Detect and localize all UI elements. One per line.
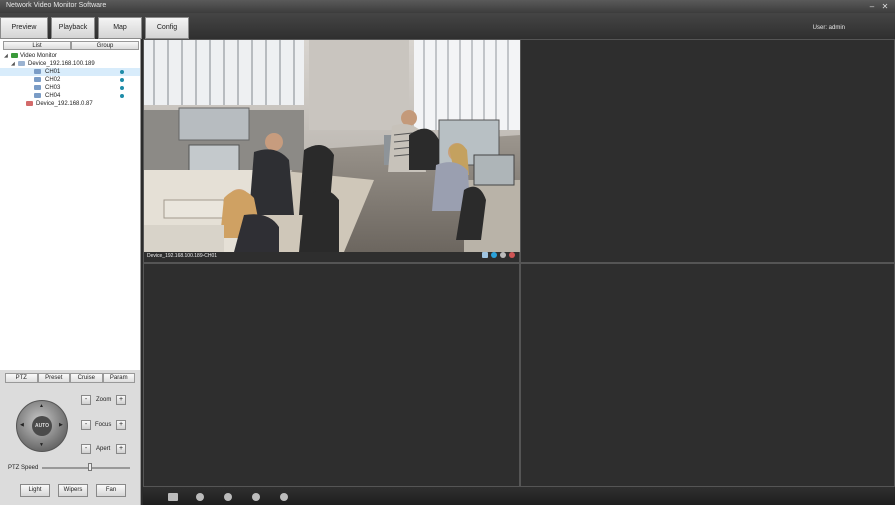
apert-plus-button[interactable]: + [116, 444, 126, 454]
down-arrow-icon[interactable]: ▼ [39, 443, 44, 448]
tree-channel[interactable]: CH02 [0, 76, 140, 84]
record-icon[interactable] [196, 493, 204, 501]
camera-icon [34, 69, 41, 74]
audio-icon[interactable] [500, 252, 506, 258]
bottom-toolbar [143, 487, 895, 505]
fan-button[interactable]: Fan [96, 484, 126, 497]
device-icon [26, 101, 33, 106]
tab-preset[interactable]: Preset [37, 373, 70, 383]
back-icon[interactable] [224, 493, 232, 501]
list-group-tabs: List Group [3, 41, 139, 50]
zoom-label: Zoom [96, 397, 112, 403]
video-grid: Device_192.168.100.189-CH01 [143, 39, 895, 487]
channel-label: CH01 [45, 69, 61, 75]
tab-ptz[interactable]: PTZ [5, 373, 38, 383]
auto-button[interactable]: AUTO [32, 416, 52, 436]
status-dot [120, 94, 124, 98]
status-dot [120, 70, 124, 74]
ptz-tabs: PTZ Preset Cruise Param [5, 373, 135, 383]
ptz-speed-label: PTZ Speed [8, 465, 39, 471]
up-arrow-icon[interactable]: ▲ [39, 404, 44, 409]
title-bar: Network Video Monitor Software – ✕ [0, 0, 895, 13]
video-cell-2[interactable] [520, 39, 895, 263]
video-cell-4[interactable] [520, 263, 895, 487]
layout-icon[interactable] [168, 493, 178, 501]
device-label: Device_192.168.0.87 [36, 101, 93, 107]
right-arrow-icon[interactable]: ▶ [59, 423, 63, 428]
ptz-speed-slider[interactable] [42, 467, 130, 469]
focus-minus-button[interactable]: - [81, 420, 91, 430]
focus-label: Focus [95, 422, 112, 428]
apert-label: Apert [96, 446, 111, 452]
monitor-icon [11, 53, 18, 58]
channel-label: CH04 [45, 93, 61, 99]
user-label: User: admin [812, 25, 845, 31]
camera-icon [34, 85, 41, 90]
device-icon [18, 61, 25, 66]
expand-icon[interactable]: ◢ [11, 60, 16, 68]
status-dot [120, 86, 124, 90]
tab-preview[interactable]: Preview [0, 17, 48, 39]
office-scene-image [144, 40, 520, 252]
tree-channel[interactable]: CH04 [0, 92, 140, 100]
close-icon[interactable]: ✕ [880, 2, 890, 11]
ptz-speed-knob[interactable] [88, 463, 92, 471]
tab-list[interactable]: List [3, 41, 71, 50]
channel-label: CH03 [45, 85, 61, 91]
video-channel-label: Device_192.168.100.189-CH01 [147, 253, 218, 259]
tab-group[interactable]: Group [71, 41, 139, 50]
tab-playback[interactable]: Playback [51, 17, 95, 39]
camera-feed-image [144, 40, 520, 252]
focus-plus-button[interactable]: + [116, 420, 126, 430]
close-icon[interactable] [509, 252, 515, 258]
device-tree: ◢ Video Monitor ◢ Device_192.168.100.189… [0, 52, 140, 108]
tree-root-label: Video Monitor [20, 53, 57, 59]
video-cell-3[interactable] [143, 263, 520, 487]
tree-device-2[interactable]: Device_192.168.0.87 [0, 100, 140, 108]
ptz-panel: PTZ Preset Cruise Param ▲ ▼ ◀ ▶ AUTO - Z… [0, 370, 140, 505]
ptz-joystick[interactable]: ▲ ▼ ◀ ▶ AUTO [16, 400, 68, 452]
device-label: Device_192.168.100.189 [28, 61, 95, 67]
tab-param[interactable]: Param [102, 373, 135, 383]
record-icon[interactable] [482, 252, 488, 258]
video-controls [482, 252, 515, 258]
camera-icon [34, 93, 41, 98]
tab-map[interactable]: Map [98, 17, 142, 39]
snapshot-icon[interactable] [491, 252, 497, 258]
tab-config[interactable]: Config [145, 17, 189, 39]
apert-minus-button[interactable]: - [81, 444, 91, 454]
wipers-button[interactable]: Wipers [58, 484, 88, 497]
main-tabs: Preview Playback Map Config [0, 17, 189, 39]
tree-channel[interactable]: CH01 [0, 68, 140, 76]
light-button[interactable]: Light [20, 484, 50, 497]
tree-device-1[interactable]: ◢ Device_192.168.100.189 [0, 60, 140, 68]
zoom-plus-button[interactable]: + [116, 395, 126, 405]
status-dot [120, 78, 124, 82]
video-cell-1[interactable]: Device_192.168.100.189-CH01 [143, 39, 520, 263]
tab-cruise[interactable]: Cruise [70, 373, 103, 383]
stop-icon[interactable] [280, 493, 288, 501]
window-title: Network Video Monitor Software [6, 2, 107, 9]
forward-icon[interactable] [252, 493, 260, 501]
expand-icon[interactable]: ◢ [4, 52, 9, 60]
channel-label: CH02 [45, 77, 61, 83]
tree-channel[interactable]: CH03 [0, 84, 140, 92]
minimize-icon[interactable]: – [867, 2, 877, 11]
zoom-minus-button[interactable]: - [81, 395, 91, 405]
tree-root[interactable]: ◢ Video Monitor [0, 52, 140, 60]
camera-icon [34, 77, 41, 82]
left-arrow-icon[interactable]: ◀ [20, 423, 24, 428]
